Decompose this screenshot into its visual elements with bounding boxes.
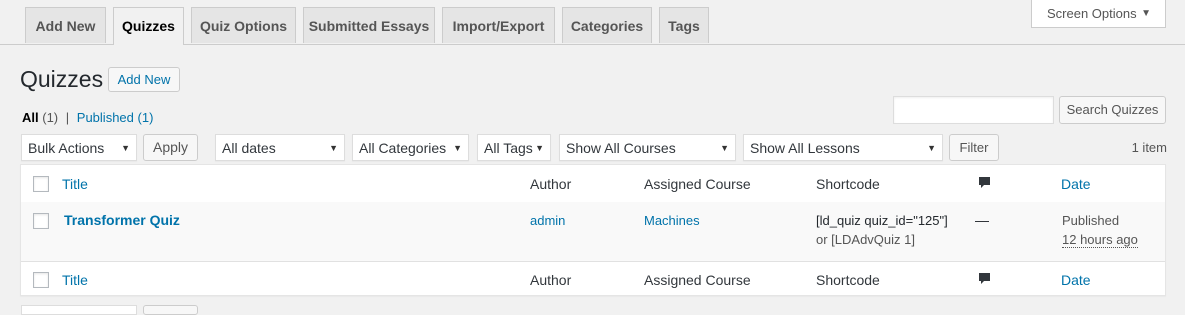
tab-import-export[interactable]: Import/Export [442,7,555,43]
select-all-checkbox[interactable] [33,176,49,192]
comment-bubble-icon [979,177,990,188]
tab-quiz-options[interactable]: Quiz Options [191,7,296,43]
caret-down-icon: ▼ [1141,8,1151,19]
quiz-title-link[interactable]: Transformer Quiz [64,211,180,229]
view-all[interactable]: All (1) [22,110,58,125]
nav-tab-wrapper: Add New Quizzes Quiz Options Submitted E… [0,0,1185,45]
items-count: 1 item [1131,140,1167,155]
row-checkbox[interactable] [33,213,49,229]
dropdown-arrow-icon: ▼ [535,143,544,153]
dropdown-arrow-icon: ▼ [329,143,338,153]
tab-tags[interactable]: Tags [659,7,709,43]
column-assigned-course-footer: Assigned Course [644,272,751,288]
column-author-footer: Author [530,272,572,288]
dates-filter-value: All dates [222,140,276,156]
table-row: Transformer Quiz admin Machines [ld_quiz… [21,202,1165,261]
apply-button[interactable]: Apply [143,134,198,161]
page-title: Quizzes [20,66,104,92]
view-published[interactable]: Published (1) [77,110,154,125]
date-cell: Published 12 hours ago [1062,211,1138,249]
dropdown-arrow-icon: ▼ [453,143,462,153]
courses-filter-value: Show All Courses [566,140,676,156]
select-all-checkbox-footer[interactable] [33,272,49,288]
search-quizzes-button[interactable]: Search Quizzes [1059,96,1166,124]
column-assigned-course: Assigned Course [644,176,751,192]
screen-options-label: Screen Options [1047,6,1137,21]
view-separator: | [65,110,70,125]
status-views: All (1) | Published (1) [22,109,153,126]
comments-count: — [975,212,989,228]
bulk-actions-select-bottom[interactable] [21,305,137,315]
dropdown-arrow-icon: ▼ [720,143,729,153]
course-link[interactable]: Machines [644,212,700,230]
screen-options-button[interactable]: Screen Options ▼ [1031,0,1166,28]
search-input[interactable] [893,96,1054,124]
table-footer-row: Title Author Assigned Course Shortcode D… [21,261,1165,297]
courses-filter-select[interactable]: Show All Courses ▼ [559,134,736,161]
categories-filter-select[interactable]: All Categories ▼ [352,134,469,161]
shortcode-alternate: or [LDAdvQuiz 1] [816,232,915,247]
column-author: Author [530,176,572,192]
dates-filter-select[interactable]: All dates ▼ [215,134,345,161]
dropdown-arrow-icon: ▼ [121,143,130,153]
column-title-sort[interactable]: Title [62,175,88,193]
column-shortcode-footer: Shortcode [816,272,880,288]
apply-button-bottom[interactable] [143,305,198,315]
lessons-filter-value: Show All Lessons [750,140,860,156]
filter-button[interactable]: Filter [949,134,999,161]
shortcode-primary: [ld_quiz quiz_id="125"] [816,213,948,228]
column-date-sort-footer[interactable]: Date [1061,271,1091,289]
tab-quizzes[interactable]: Quizzes [113,7,184,45]
post-date: 12 hours ago [1062,232,1138,248]
lessons-filter-select[interactable]: Show All Lessons ▼ [743,134,943,161]
column-shortcode: Shortcode [816,176,880,192]
tab-categories[interactable]: Categories [562,7,652,43]
tab-submitted-essays[interactable]: Submitted Essays [303,7,435,43]
add-new-button[interactable]: Add New [108,67,180,92]
column-title-sort-footer[interactable]: Title [62,271,88,289]
author-link[interactable]: admin [530,212,565,230]
tags-filter-value: All Tags [484,140,533,156]
column-date-sort[interactable]: Date [1061,175,1091,193]
comment-bubble-icon [979,273,990,284]
post-status: Published [1062,213,1120,228]
table-header-row: Title Author Assigned Course Shortcode D… [21,165,1165,203]
bulk-actions-value: Bulk Actions [28,140,105,156]
tab-add-new[interactable]: Add New [25,7,106,43]
quizzes-table: Title Author Assigned Course Shortcode D… [20,164,1166,296]
dropdown-arrow-icon: ▼ [927,143,936,153]
categories-filter-value: All Categories [359,140,447,156]
tags-filter-select[interactable]: All Tags ▼ [477,134,551,161]
shortcode-cell: [ld_quiz quiz_id="125"] or [LDAdvQuiz 1] [816,211,948,249]
bulk-actions-select[interactable]: Bulk Actions ▼ [21,134,137,161]
